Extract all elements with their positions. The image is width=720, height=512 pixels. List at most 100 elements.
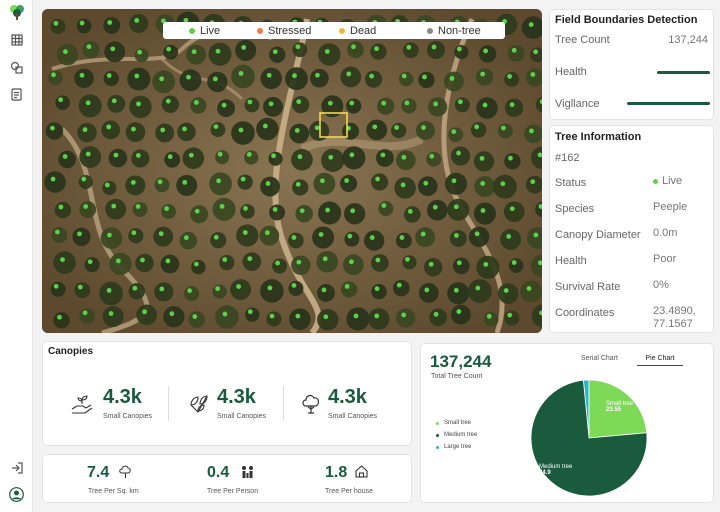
tree-marker	[501, 125, 506, 131]
tree-marker	[272, 49, 278, 55]
tree-marker	[315, 72, 320, 78]
tree-marker	[369, 73, 375, 79]
tree-marker	[53, 283, 59, 289]
species-value: Peeple	[653, 201, 688, 213]
tree-marker	[399, 235, 405, 240]
total-tree-card: 137,244 Total Tree Count Serial Chart Pi…	[420, 343, 714, 503]
tab-pie-chart[interactable]: Pie Chart	[637, 355, 683, 366]
tree-marker	[405, 256, 410, 262]
tree-marker	[530, 72, 536, 77]
vigilance-track	[618, 102, 710, 105]
tree-marker	[322, 256, 328, 262]
tree-marker	[182, 126, 187, 132]
tree-marker	[50, 176, 56, 182]
canopy-stat-1-label: Small Canopies	[103, 413, 153, 420]
layers-icon[interactable]	[8, 59, 25, 76]
tree-marker	[372, 124, 378, 130]
tree-marker	[457, 99, 463, 105]
tree-marker	[51, 72, 56, 78]
tree-marker	[456, 260, 462, 266]
tree-marker	[275, 260, 281, 266]
tree-marker	[407, 209, 413, 214]
tree-marker	[267, 285, 273, 291]
tree-marker	[500, 181, 506, 187]
tree-marker	[135, 204, 141, 209]
tree-marker	[344, 283, 350, 289]
tree-marker	[528, 22, 534, 27]
health-track	[638, 71, 710, 74]
tree-marker	[165, 98, 171, 104]
canopies-card: Canopies 4.3k Small Canopies 4.3k Small …	[42, 341, 412, 446]
tree-marker	[264, 230, 270, 236]
tree-marker	[533, 49, 539, 55]
tree-outline-icon	[119, 465, 132, 484]
tree-marker	[242, 230, 248, 235]
tree-marker	[314, 125, 320, 131]
tree-marker	[140, 257, 145, 263]
tree-marker	[131, 230, 137, 236]
canopy-stat-2-value: 4.3k	[217, 386, 256, 408]
tree-marker	[86, 44, 92, 50]
tree-marker	[319, 178, 325, 184]
aerial-map[interactable]: Live Stressed Dead Non-tree	[42, 9, 542, 333]
tree-marker	[54, 229, 60, 235]
tree-marker	[58, 97, 64, 103]
tree-marker	[158, 231, 164, 237]
tree-marker	[247, 256, 253, 262]
tree-marker	[474, 124, 480, 130]
pie-legend-item: Small tree	[436, 420, 477, 426]
tree-marker	[424, 287, 430, 293]
tree-marker	[480, 71, 486, 77]
tree-marker	[187, 288, 193, 294]
tree-marker	[328, 154, 334, 160]
tree-marker	[193, 261, 199, 267]
tree-marker	[79, 72, 85, 78]
document-icon[interactable]	[8, 86, 25, 103]
tree-marker	[325, 207, 331, 213]
tab-serial-chart[interactable]: Serial Chart	[581, 355, 618, 362]
logout-icon[interactable]	[8, 459, 25, 476]
canopy-diameter-label: Canopy Diameter	[555, 229, 641, 241]
tree-marker	[483, 261, 489, 267]
map-canvas[interactable]	[42, 9, 542, 333]
tree-marker	[130, 179, 136, 185]
tree-marker	[297, 154, 303, 160]
tree-marker	[509, 206, 515, 212]
pie-legend-item: Medium tree	[436, 432, 477, 438]
tree-marker	[192, 314, 198, 319]
tree-marker	[349, 259, 354, 265]
tree-marker	[349, 100, 355, 106]
tree-marker	[106, 73, 112, 78]
tree-marker	[456, 46, 462, 52]
tree-marker	[295, 44, 301, 50]
tree-marker	[529, 128, 534, 134]
tree-marker	[294, 128, 300, 133]
tree-marker	[169, 311, 175, 317]
tree-marker	[479, 155, 485, 161]
tree-marker	[353, 313, 359, 319]
tree-marker	[213, 234, 219, 240]
map-legend: Live Stressed Dead Non-tree	[163, 22, 505, 39]
field-boundaries-title: Field Boundaries Detection	[555, 14, 698, 26]
tree-marker	[182, 179, 188, 185]
survival-rate-value: 0%	[653, 279, 669, 291]
vigilance-label: Vigllance	[555, 98, 600, 110]
tree-marker	[433, 311, 439, 317]
health-label: Health	[555, 66, 587, 78]
pie-chart[interactable]: Large tree1.55Small tree23.55Medium tree…	[531, 372, 691, 502]
grid-icon[interactable]	[8, 31, 25, 48]
tree-marker	[58, 204, 64, 210]
tree-marker	[79, 20, 85, 26]
canopy-diameter-value: 0.0m	[653, 227, 678, 239]
tree-marker	[375, 176, 380, 182]
vigilance-bar	[627, 102, 710, 105]
tree-marker	[243, 205, 248, 211]
tree-marker	[374, 286, 380, 292]
tree-marker	[432, 204, 438, 210]
tree-marker	[292, 73, 297, 79]
user-avatar-icon[interactable]	[8, 486, 25, 503]
tree-marker	[110, 46, 116, 52]
tree-marker	[374, 46, 379, 52]
pie-legend-label: Medium tree	[444, 432, 478, 438]
tree-marker	[246, 152, 252, 157]
